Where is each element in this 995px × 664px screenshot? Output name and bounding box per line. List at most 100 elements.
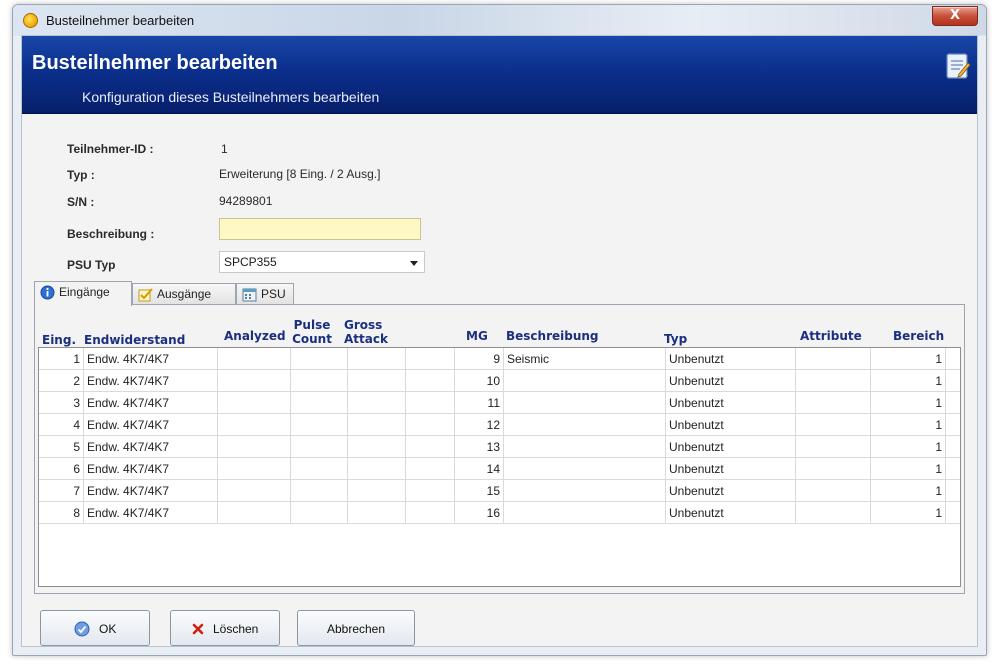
cell-attribute[interactable] [796,502,871,524]
cell-endwiderstand[interactable]: Endw. 4K7/4K7 [84,436,218,458]
cell-mg[interactable]: 15 [455,480,504,502]
cell-pulse-count[interactable] [291,436,348,458]
cell-bereich[interactable]: 1 [871,348,946,370]
cell-attribute[interactable] [796,414,871,436]
cell-gross-attack[interactable] [348,348,406,370]
cell-eing[interactable]: 2 [39,370,84,392]
cell-analyzed[interactable] [218,458,291,480]
ok-button[interactable]: OK [40,610,150,646]
beschreibung-input[interactable] [219,218,421,240]
abbrechen-button[interactable]: Abbrechen [297,610,415,646]
cell-beschreibung[interactable] [504,436,666,458]
cell-mg[interactable]: 12 [455,414,504,436]
cell-eing[interactable]: 3 [39,392,84,414]
cell-spacer[interactable] [406,436,455,458]
cell-typ[interactable]: Unbenutzt [666,480,796,502]
chevron-down-icon[interactable] [410,261,418,266]
cell-mg[interactable]: 14 [455,458,504,480]
cell-eing[interactable]: 8 [39,502,84,524]
cell-mg[interactable]: 10 [455,370,504,392]
cell-pulse-count[interactable] [291,348,348,370]
cell-typ[interactable]: Unbenutzt [666,370,796,392]
cell-analyzed[interactable] [218,502,291,524]
cell-attribute[interactable] [796,458,871,480]
table-row[interactable]: 8 Endw. 4K7/4K7 16 Unbenutzt 1 [39,502,960,524]
table-row[interactable]: 5 Endw. 4K7/4K7 13 Unbenutzt 1 [39,436,960,458]
cell-beschreibung[interactable] [504,414,666,436]
table-row[interactable]: 3 Endw. 4K7/4K7 11 Unbenutzt 1 [39,392,960,414]
cell-endwiderstand[interactable]: Endw. 4K7/4K7 [84,502,218,524]
cell-gross-attack[interactable] [348,480,406,502]
cell-bereich[interactable]: 1 [871,414,946,436]
cell-beschreibung[interactable]: Seismic [504,348,666,370]
cell-gross-attack[interactable] [348,436,406,458]
table-row[interactable]: 2 Endw. 4K7/4K7 10 Unbenutzt 1 [39,370,960,392]
cell-endwiderstand[interactable]: Endw. 4K7/4K7 [84,414,218,436]
cell-endwiderstand[interactable]: Endw. 4K7/4K7 [84,348,218,370]
cell-spacer[interactable] [406,502,455,524]
cell-beschreibung[interactable] [504,502,666,524]
col-header-endwiderstand[interactable]: Endwiderstand [84,333,185,347]
cell-attribute[interactable] [796,370,871,392]
cell-bereich[interactable]: 1 [871,392,946,414]
cell-typ[interactable]: Unbenutzt [666,414,796,436]
title-bar[interactable]: Busteilnehmer bearbeiten X [13,5,986,35]
cell-bereich[interactable]: 1 [871,436,946,458]
cell-endwiderstand[interactable]: Endw. 4K7/4K7 [84,370,218,392]
cell-eing[interactable]: 5 [39,436,84,458]
cell-beschreibung[interactable] [504,458,666,480]
cell-pulse-count[interactable] [291,502,348,524]
cell-pulse-count[interactable] [291,480,348,502]
cell-mg[interactable]: 9 [455,348,504,370]
table-row[interactable]: 6 Endw. 4K7/4K7 14 Unbenutzt 1 [39,458,960,480]
cell-mg[interactable]: 13 [455,436,504,458]
psu-typ-dropdown[interactable]: SPCP355 [219,251,425,273]
tab-ausgaenge[interactable]: Ausgänge [132,283,236,305]
cell-analyzed[interactable] [218,370,291,392]
cell-spacer[interactable] [406,370,455,392]
cell-typ[interactable]: Unbenutzt [666,502,796,524]
col-header-pulse-count[interactable]: Pulse Count [290,318,334,346]
loeschen-button[interactable]: Löschen [170,610,280,646]
cell-gross-attack[interactable] [348,502,406,524]
tab-psu[interactable]: PSU [236,283,294,305]
cell-bereich[interactable]: 1 [871,480,946,502]
cell-gross-attack[interactable] [348,414,406,436]
table-row[interactable]: 1 Endw. 4K7/4K7 9 Seismic Unbenutzt 1 [39,348,960,370]
cell-beschreibung[interactable] [504,370,666,392]
cell-analyzed[interactable] [218,436,291,458]
cell-attribute[interactable] [796,392,871,414]
col-header-typ[interactable]: Typ [664,332,687,346]
col-header-bereich[interactable]: Bereich [893,329,944,343]
cell-attribute[interactable] [796,436,871,458]
cell-analyzed[interactable] [218,348,291,370]
cell-gross-attack[interactable] [348,392,406,414]
cell-eing[interactable]: 4 [39,414,84,436]
cell-typ[interactable]: Unbenutzt [666,348,796,370]
cell-mg[interactable]: 11 [455,392,504,414]
col-header-attribute[interactable]: Attribute [800,329,862,343]
cell-pulse-count[interactable] [291,370,348,392]
cell-eing[interactable]: 7 [39,480,84,502]
cell-spacer[interactable] [406,458,455,480]
cell-mg[interactable]: 16 [455,502,504,524]
cell-typ[interactable]: Unbenutzt [666,436,796,458]
close-button[interactable]: X [932,6,978,26]
col-header-gross-attack[interactable]: Gross Attack [344,318,388,346]
cell-endwiderstand[interactable]: Endw. 4K7/4K7 [84,458,218,480]
cell-beschreibung[interactable] [504,392,666,414]
cell-bereich[interactable]: 1 [871,458,946,480]
cell-attribute[interactable] [796,348,871,370]
cell-bereich[interactable]: 1 [871,502,946,524]
col-header-eing[interactable]: Eing. [42,333,76,347]
cell-beschreibung[interactable] [504,480,666,502]
cell-analyzed[interactable] [218,414,291,436]
cell-pulse-count[interactable] [291,392,348,414]
cell-typ[interactable]: Unbenutzt [666,392,796,414]
cell-typ[interactable]: Unbenutzt [666,458,796,480]
cell-gross-attack[interactable] [348,370,406,392]
col-header-analyzed[interactable]: Analyzed [224,329,286,343]
cell-spacer[interactable] [406,392,455,414]
col-header-beschreibung[interactable]: Beschreibung [506,329,599,343]
cell-eing[interactable]: 1 [39,348,84,370]
